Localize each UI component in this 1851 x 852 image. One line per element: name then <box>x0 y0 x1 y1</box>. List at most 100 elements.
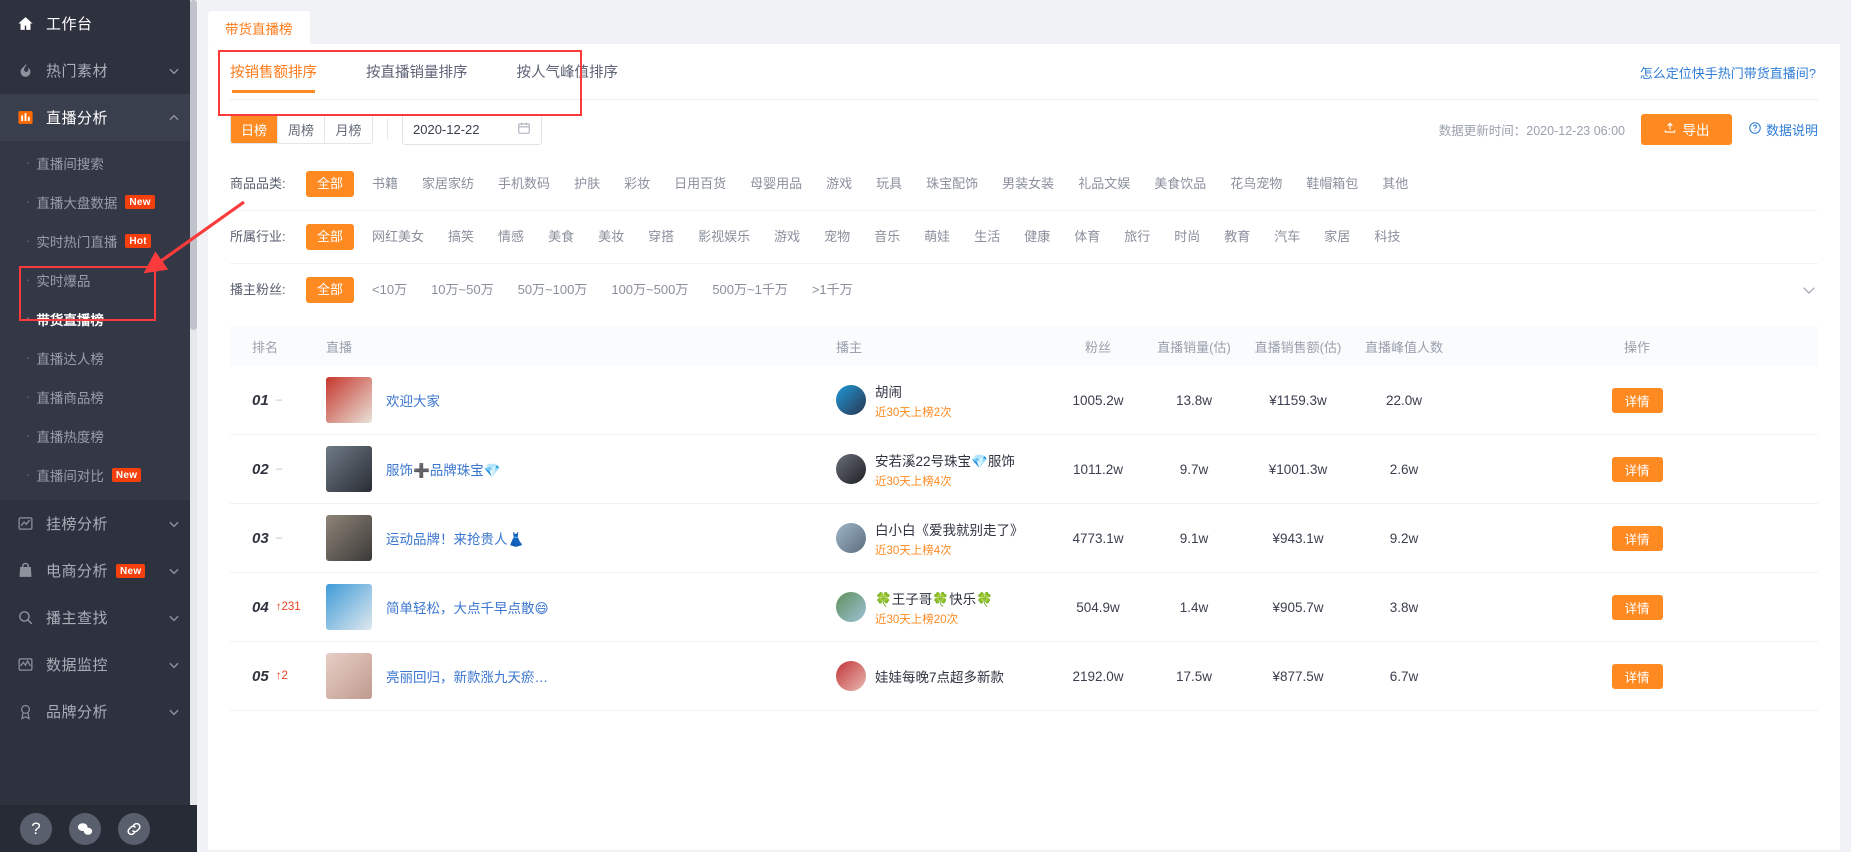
sidebar-item-realtime-hot-products[interactable]: · 实时爆品 <box>0 260 197 299</box>
sidebar-group-ecommerce-analysis[interactable]: 电商分析 New <box>0 547 197 594</box>
sidebar-item-带货直播榜[interactable]: · 带货直播榜 <box>0 299 197 338</box>
filter-option[interactable]: 手机数码 <box>498 171 550 197</box>
filter-option[interactable]: 宠物 <box>824 224 850 250</box>
table-row[interactable]: 03– 运动品牌！来抢贵人👗 白小白《爱我就别走了》 近30天上榜4次 4773.1w 9… <box>230 504 1818 573</box>
filter-option[interactable]: 教育 <box>1224 224 1250 250</box>
filter-option[interactable]: 生活 <box>974 224 1000 250</box>
detail-button[interactable]: 详情 <box>1611 525 1663 551</box>
filter-option[interactable]: >1千万 <box>812 277 853 303</box>
filter-option[interactable]: 美食饮品 <box>1154 171 1206 197</box>
sidebar-group-host-search[interactable]: 播主查找 <box>0 594 197 641</box>
wechat-icon[interactable] <box>69 812 101 845</box>
host-info[interactable]: 🍀王子哥🍀快乐🍀 近30天上榜20次 <box>836 588 1052 627</box>
filter-option[interactable]: 美食 <box>548 224 574 250</box>
table-row[interactable]: 02– 服饰➕品牌珠宝💎 安若溪22号珠宝💎服饰 近30天上榜4次 1011.2w 9.7… <box>230 435 1818 504</box>
period-weekly[interactable]: 周榜 <box>278 115 325 143</box>
table-row[interactable]: 04 ↑231 简单轻松，大点千早点散😄 🍀王子哥🍀快乐🍀 近30天上榜20次 504.9… <box>230 573 1818 642</box>
filter-option-all[interactable]: 全部 <box>306 224 355 250</box>
sidebar-item-live-talent-rank[interactable]: · 直播达人榜 <box>0 338 197 377</box>
filter-option[interactable]: 网红美女 <box>372 224 424 250</box>
filter-option[interactable]: 玩具 <box>876 171 902 197</box>
period-daily[interactable]: 日榜 <box>231 115 278 143</box>
filter-option[interactable]: 花鸟宠物 <box>1230 171 1282 197</box>
detail-button[interactable]: 详情 <box>1611 594 1663 620</box>
host-info[interactable]: 胡闹 近30天上榜2次 <box>836 381 1052 420</box>
live-title-link[interactable]: 亮丽回归，新款涨九天瘀… <box>386 666 548 686</box>
help-icon[interactable]: ? <box>20 812 52 845</box>
sidebar-group-brand-analysis[interactable]: 品牌分析 <box>0 688 197 735</box>
filter-option[interactable]: 健康 <box>1024 224 1050 250</box>
filter-option[interactable]: 音乐 <box>874 224 900 250</box>
filter-option[interactable]: 500万~1千万 <box>712 277 788 303</box>
avatar[interactable] <box>836 661 866 691</box>
filter-option[interactable]: 汽车 <box>1274 224 1300 250</box>
data-description-link[interactable]: 数据说明 <box>1748 120 1818 139</box>
sidebar-item-live-heat-rank[interactable]: · 直播热度榜 <box>0 416 197 455</box>
avatar[interactable] <box>836 523 866 553</box>
sidebar-scrollbar[interactable] <box>190 0 197 805</box>
live-title-link[interactable]: 服饰➕品牌珠宝💎 <box>386 459 501 479</box>
filter-option-all[interactable]: 全部 <box>306 277 355 303</box>
sidebar-item-live-search[interactable]: · 直播间搜索 <box>0 143 197 182</box>
sidebar-group-workbench[interactable]: 工作台 <box>0 0 197 47</box>
sidebar-group-rank-analysis[interactable]: 挂榜分析 <box>0 500 197 547</box>
filter-option[interactable]: 穿搭 <box>648 224 674 250</box>
sidebar-item-live-overview[interactable]: · 直播大盘数据 New <box>0 182 197 221</box>
live-title-link[interactable]: 运动品牌！来抢贵人👗 <box>386 528 524 548</box>
tab-带货直播榜[interactable]: 带货直播榜 <box>208 11 310 44</box>
table-row[interactable]: 05 ↑2 亮丽回归，新款涨九天瘀… 娃娃每晚7点超多新款 2192.0w 17.5w ¥8… <box>230 642 1818 711</box>
detail-button[interactable]: 详情 <box>1611 456 1663 482</box>
host-info[interactable]: 娃娃每晚7点超多新款 <box>836 661 1052 691</box>
help-link[interactable]: 怎么定位快手热门带货直播间? <box>1640 63 1816 82</box>
sidebar-item-live-compare[interactable]: · 直播间对比 New <box>0 455 197 494</box>
filter-option-all[interactable]: 全部 <box>306 171 355 197</box>
sidebar-scrollbar-thumb[interactable] <box>190 0 197 330</box>
collapse-filters-icon[interactable] <box>1800 281 1818 299</box>
table-row[interactable]: 01– 欢迎大家 胡闹 近30天上榜2次 1005.2w 13.8w ¥1159.3w 22.… <box>230 366 1818 435</box>
filter-option[interactable]: 礼品文娱 <box>1078 171 1130 197</box>
live-thumbnail[interactable] <box>326 653 372 699</box>
filter-option[interactable]: 家居家纺 <box>422 171 474 197</box>
avatar[interactable] <box>836 592 866 622</box>
live-title-link[interactable]: 欢迎大家 <box>386 390 440 410</box>
export-button[interactable]: 导出 <box>1640 113 1732 145</box>
filter-option[interactable]: 100万~500万 <box>611 277 688 303</box>
filter-option[interactable]: 影视娱乐 <box>698 224 750 250</box>
filter-option[interactable]: 鞋帽箱包 <box>1306 171 1358 197</box>
filter-option[interactable]: 科技 <box>1374 224 1400 250</box>
detail-button[interactable]: 详情 <box>1611 387 1663 413</box>
sidebar-group-hot-material[interactable]: 热门素材 <box>0 47 197 94</box>
filter-option[interactable]: 美妆 <box>598 224 624 250</box>
filter-option[interactable]: 书籍 <box>372 171 398 197</box>
avatar[interactable] <box>836 454 866 484</box>
live-title-link[interactable]: 简单轻松，大点千早点散😄 <box>386 597 549 617</box>
filter-option[interactable]: 母婴用品 <box>750 171 802 197</box>
filter-option[interactable]: 男装女装 <box>1002 171 1054 197</box>
filter-option[interactable]: 50万~100万 <box>518 277 588 303</box>
filter-option[interactable]: 10万~50万 <box>431 277 494 303</box>
filter-option[interactable]: 彩妆 <box>624 171 650 197</box>
filter-option[interactable]: 护肤 <box>574 171 600 197</box>
filter-option[interactable]: 游戏 <box>774 224 800 250</box>
live-thumbnail[interactable] <box>326 515 372 561</box>
live-thumbnail[interactable] <box>326 446 372 492</box>
sidebar-group-live-analysis[interactable]: 直播分析 <box>0 94 197 141</box>
tab-sort-by-sales-amount[interactable]: 按销售额排序 <box>230 44 317 99</box>
live-thumbnail[interactable] <box>326 584 372 630</box>
filter-option[interactable]: 萌娃 <box>924 224 950 250</box>
live-thumbnail[interactable] <box>326 377 372 423</box>
sidebar-group-data-monitor[interactable]: 数据监控 <box>0 641 197 688</box>
filter-option[interactable]: 日用百货 <box>674 171 726 197</box>
filter-option[interactable]: 情感 <box>498 224 524 250</box>
filter-option[interactable]: 珠宝配饰 <box>926 171 978 197</box>
filter-option[interactable]: 家居 <box>1324 224 1350 250</box>
date-picker[interactable]: 2020-12-22 <box>402 113 542 145</box>
filter-option[interactable]: 搞笑 <box>448 224 474 250</box>
link-icon[interactable] <box>118 812 150 845</box>
host-info[interactable]: 安若溪22号珠宝💎服饰 近30天上榜4次 <box>836 450 1052 489</box>
filter-option[interactable]: 时尚 <box>1174 224 1200 250</box>
host-info[interactable]: 白小白《爱我就别走了》 近30天上榜4次 <box>836 519 1052 558</box>
period-monthly[interactable]: 月榜 <box>325 115 372 143</box>
sidebar-item-realtime-hot-live[interactable]: · 实时热门直播 Hot <box>0 221 197 260</box>
detail-button[interactable]: 详情 <box>1611 663 1663 689</box>
